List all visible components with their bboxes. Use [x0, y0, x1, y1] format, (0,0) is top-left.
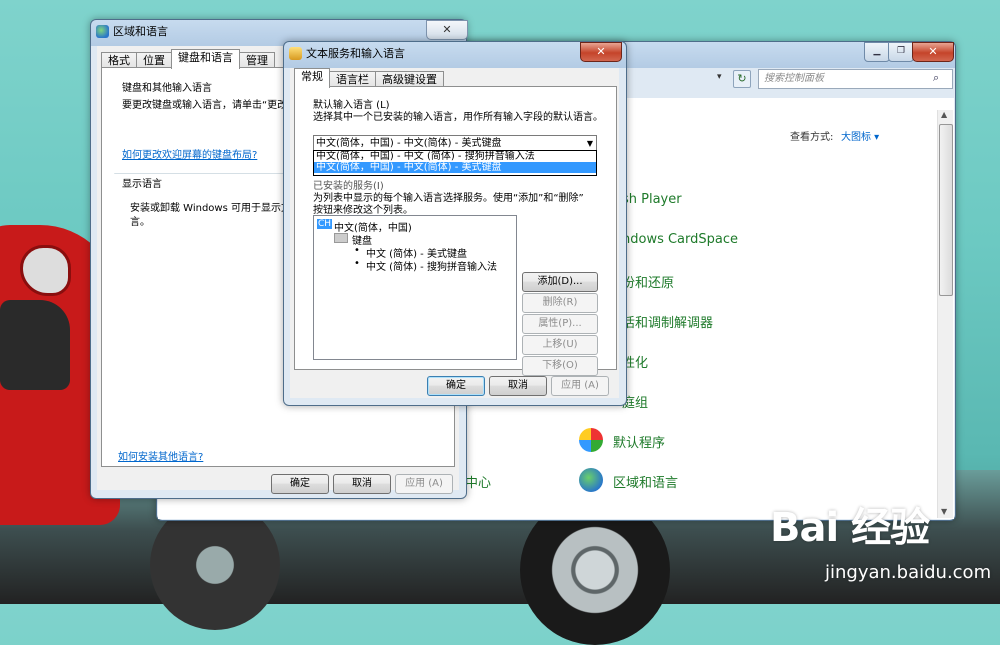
default-programs-icon [579, 428, 603, 452]
services-tree[interactable]: CH 中文(简体，中国) 键盘 • 中文 (简体) - 美式键盘 • 中文 (简… [313, 215, 517, 360]
language-badge: CH [317, 219, 333, 229]
chevron-down-icon[interactable]: ▾ [717, 72, 722, 82]
installed-services-desc-2: 按钮来修改这个列表。 [313, 205, 413, 216]
maximize-button[interactable]: ❐ [888, 42, 914, 62]
display-desc: 安装或卸载 Windows 可用于显示文本 [130, 203, 301, 214]
search-input[interactable]: 搜索控制面板 [758, 69, 953, 89]
scroll-up-icon[interactable]: ▲ [941, 110, 947, 119]
baidu-watermark: Bai 经验 [770, 505, 930, 551]
default-language-value: 中文(简体，中国) - 中文(简体) - 美式键盘 [316, 138, 502, 149]
dropdown-option-selected[interactable]: 中文(简体，中国) - 中文(简体) - 美式键盘 [314, 162, 596, 173]
text-services-window[interactable]: 文本服务和输入语言 ✕ 常规 语言栏 高级键设置 默认输入语言 (L) 选择其中… [283, 41, 627, 406]
keyboard-icon [334, 233, 348, 243]
text-services-body: 常规 语言栏 高级键设置 默认输入语言 (L) 选择其中一个已安装的输入语言，用… [290, 68, 619, 398]
bullet-icon: • [354, 245, 360, 256]
cp-item-region-language[interactable]: 区域和语言 [613, 472, 678, 491]
cp-item-flash-player[interactable]: sh Player [622, 192, 682, 207]
scrollbar[interactable]: ▲ ▼ [937, 110, 953, 518]
move-down-button[interactable]: 下移(O) [522, 356, 598, 376]
dropdown-option[interactable]: 中文(简体，中国) - 中文 (简体) - 搜狗拼音输入法 [314, 151, 596, 162]
cancel-button[interactable]: 取消 [489, 376, 547, 396]
chevron-down-icon[interactable]: ▼ [587, 136, 593, 151]
move-up-button[interactable]: 上移(U) [522, 335, 598, 355]
language-dropdown-list[interactable]: 中文(简体，中国) - 中文 (简体) - 搜狗拼音输入法 中文(简体，中国) … [313, 150, 597, 176]
display-desc-2: 言。 [130, 217, 150, 228]
cp-item-backup-restore[interactable]: 份和还原 [622, 272, 674, 291]
display-group-label: 显示语言 [122, 179, 162, 190]
ok-button[interactable]: 确定 [427, 376, 485, 396]
keyboard-layout-link[interactable]: 如何更改欢迎屏幕的键盘布局? [122, 146, 257, 161]
baidu-watermark-url: jingyan.baidu.com [825, 562, 992, 583]
default-language-desc: 选择其中一个已安装的输入语言，用作所有输入字段的默认语言。 [313, 112, 603, 123]
keyboard-icon [289, 47, 302, 60]
scroll-down-icon[interactable]: ▼ [941, 507, 947, 516]
cp-item-center[interactable]: 中心 [465, 472, 491, 491]
cp-item-phone-modem[interactable]: 活和调制解调器 [622, 312, 713, 331]
add-button[interactable]: 添加(D)... [522, 272, 598, 292]
view-by-label: 查看方式: [790, 132, 834, 143]
close-button[interactable]: ✕ [912, 42, 954, 62]
keyboard-desc: 要更改键盘或输入语言，请单击“更改 [122, 100, 288, 111]
tab-keyboards-languages[interactable]: 键盘和语言 [171, 49, 240, 69]
remove-button[interactable]: 删除(R) [522, 293, 598, 313]
close-button[interactable]: ✕ [426, 20, 468, 40]
bullet-icon: • [354, 258, 360, 269]
view-by-dropdown[interactable]: 大图标 ▾ [841, 128, 879, 143]
keyboard-group-label: 键盘和其他输入语言 [122, 83, 212, 94]
window-title: 区域和语言 [113, 25, 168, 38]
general-tab-page: 默认输入语言 (L) 选择其中一个已安装的输入语言，用作所有输入字段的默认语言。… [294, 86, 617, 376]
properties-button[interactable]: 属性(P)... [522, 314, 598, 334]
close-button[interactable]: ✕ [580, 42, 622, 62]
cancel-button[interactable]: 取消 [333, 474, 391, 494]
apply-button[interactable]: 应用 (A) [395, 474, 453, 494]
globe-icon [579, 468, 603, 492]
wallpaper-car-grille [0, 300, 70, 390]
scrollbar-thumb[interactable] [939, 124, 953, 296]
cp-item-cardspace[interactable]: ndows CardSpace [622, 232, 738, 247]
text-services-titlebar[interactable]: 文本服务和输入语言 [284, 42, 626, 66]
search-icon[interactable]: ⌕ [933, 71, 939, 85]
region-tabs: 格式 位置 键盘和语言 管理 [101, 49, 275, 69]
globe-icon [96, 25, 109, 38]
tree-service-sogou[interactable]: 中文 (简体) - 搜狗拼音输入法 [366, 258, 497, 273]
refresh-icon[interactable]: ↻ [733, 70, 751, 88]
ok-button[interactable]: 确定 [271, 474, 329, 494]
apply-button[interactable]: 应用 (A) [551, 376, 609, 396]
tab-general[interactable]: 常规 [294, 68, 330, 88]
install-language-link[interactable]: 如何安装其他语言? [118, 448, 203, 463]
tree-language[interactable]: 中文(简体，中国) [334, 219, 412, 234]
minimize-button[interactable]: ▁ [864, 42, 890, 62]
text-services-tabs: 常规 语言栏 高级键设置 [294, 68, 444, 88]
cp-item-default-programs[interactable]: 默认程序 [613, 432, 665, 451]
window-title: 文本服务和输入语言 [306, 47, 405, 60]
